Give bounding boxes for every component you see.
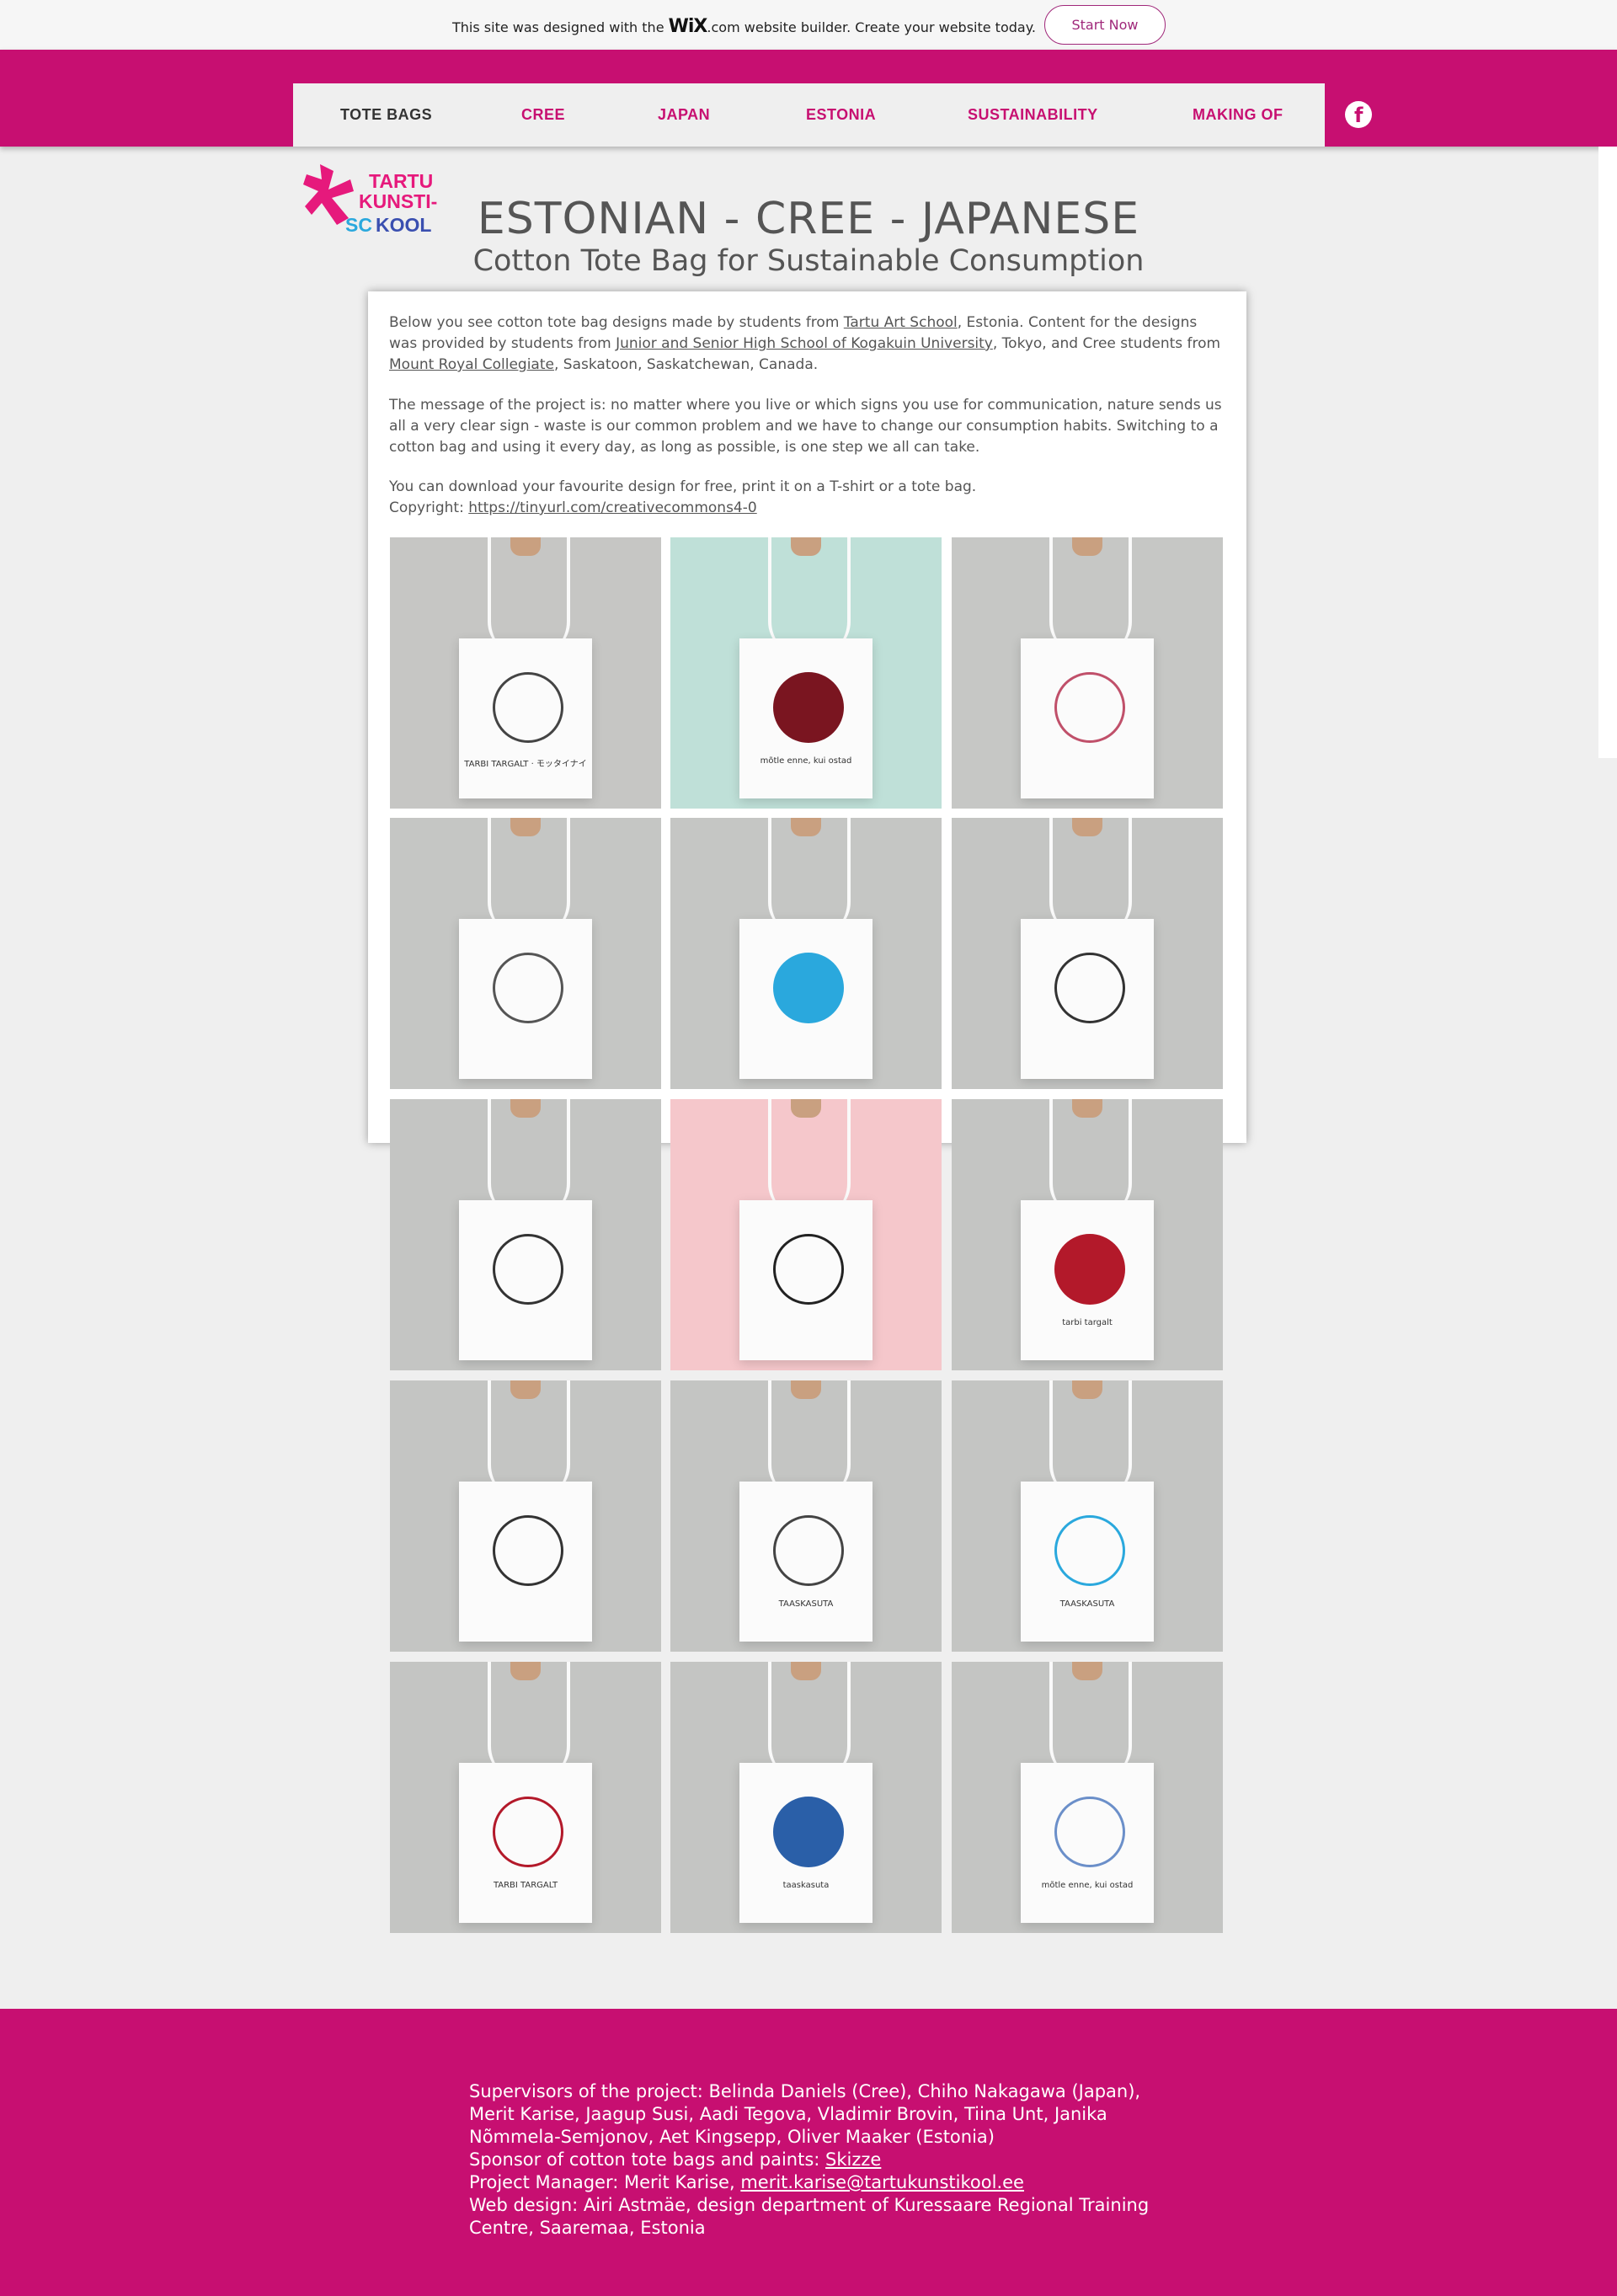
link-mount-royal[interactable]: Mount Royal Collegiate: [389, 356, 554, 373]
gallery-tile[interactable]: [390, 1380, 661, 1652]
footer-sponsor: Sponsor of cotton tote bags and paints: …: [469, 2149, 882, 2170]
tote-bag: [739, 919, 873, 1079]
page-title: ESTONIAN - CREE - JAPANESE: [477, 194, 1140, 244]
wix-brand: WiX: [668, 16, 708, 37]
bag-strap: [1049, 537, 1132, 655]
bag-print: [493, 953, 563, 1023]
bag-strap: [768, 1380, 851, 1498]
bag-print: [773, 672, 844, 743]
bag-print: [1054, 953, 1125, 1023]
tote-bag: [1021, 919, 1154, 1079]
gallery-tile[interactable]: tarbi targalt: [952, 1099, 1223, 1370]
link-email[interactable]: merit.karise@tartukunstikool.ee: [740, 2172, 1024, 2192]
gallery-tile[interactable]: [952, 818, 1223, 1089]
link-tartu-art-school[interactable]: Tartu Art School: [844, 314, 958, 331]
nav-cree[interactable]: CREE: [521, 83, 565, 147]
tote-bag: tarbi targalt: [1021, 1200, 1154, 1360]
bag-strap: [488, 1099, 570, 1217]
start-now-button[interactable]: Start Now: [1044, 5, 1166, 45]
side-strip: [1598, 147, 1617, 758]
bag-caption: mõtle enne, kui ostad: [760, 756, 852, 766]
gallery-tile[interactable]: taaskasuta: [670, 1662, 942, 1933]
footer-project-manager: Project Manager: Merit Karise, merit.kar…: [469, 2172, 1024, 2192]
bag-caption: TAASKASUTA: [1059, 1599, 1115, 1609]
link-skizze[interactable]: Skizze: [825, 2149, 881, 2170]
svg-text:TARTU: TARTU: [369, 170, 433, 192]
gallery-tile[interactable]: [670, 1099, 942, 1370]
bag-print: [1054, 1797, 1125, 1867]
gallery-tile[interactable]: mõtle enne, kui ostad: [952, 1662, 1223, 1933]
bag-strap: [768, 1099, 851, 1217]
bag-print: [773, 953, 844, 1023]
bag-print: [773, 1515, 844, 1586]
gallery-tile[interactable]: [670, 818, 942, 1089]
page-subtitle: Cotton Tote Bag for Sustainable Consumpt…: [472, 244, 1145, 278]
tote-bag: [459, 1482, 592, 1642]
bag-strap: [1049, 1099, 1132, 1217]
tote-bag: [1021, 638, 1154, 798]
link-kogakuin[interactable]: Junior and Senior High School of Kogakui…: [616, 335, 993, 352]
footer-supervisors: Supervisors of the project: Belinda Dani…: [469, 2081, 1141, 2147]
gallery-tile[interactable]: [390, 818, 661, 1089]
bag-print: [1054, 672, 1125, 743]
gallery-tile[interactable]: [390, 1099, 661, 1370]
tote-bag: [739, 1200, 873, 1360]
bag-print: [773, 1234, 844, 1305]
bag-print: [493, 1797, 563, 1867]
nav-sustainability[interactable]: SUSTAINABILITY: [968, 83, 1098, 147]
gallery-tile[interactable]: TARBI TARGALT: [390, 1662, 661, 1933]
bag-print: [1054, 1515, 1125, 1586]
tote-bag: taaskasuta: [739, 1763, 873, 1923]
wix-banner-text: This site was designed with the WiX.com …: [452, 16, 1036, 37]
intro-paragraph-2: The message of the project is: no matter…: [389, 397, 1222, 456]
nav-japan[interactable]: JAPAN: [658, 83, 710, 147]
bag-strap: [488, 1380, 570, 1498]
bag-caption: taaskasuta: [782, 1881, 830, 1890]
wix-banner: This site was designed with the WiX.com …: [0, 0, 1617, 51]
tote-bag: [459, 1200, 592, 1360]
bag-print: [493, 1234, 563, 1305]
tote-bag: [459, 919, 592, 1079]
bag-caption: tarbi targalt: [1062, 1318, 1113, 1327]
intro-paragraph-3: You can download your favourite design f…: [389, 478, 977, 516]
nav-estonia[interactable]: ESTONIA: [806, 83, 876, 147]
bag-caption: TAASKASUTA: [778, 1599, 834, 1609]
main-nav: TOTE BAGS CREE JAPAN ESTONIA SUSTAINABIL…: [293, 83, 1325, 147]
bag-print: [493, 672, 563, 743]
bag-strap: [1049, 1662, 1132, 1780]
bag-strap: [768, 818, 851, 936]
bag-strap: [768, 1662, 851, 1780]
gallery-tile[interactable]: mõtle enne, kui ostad: [670, 537, 942, 809]
bag-strap: [1049, 1380, 1132, 1498]
svg-text:SC: SC: [345, 214, 372, 236]
bag-strap: [488, 537, 570, 655]
intro-paragraph-1: Below you see cotton tote bag designs ma…: [389, 314, 1221, 373]
nav-making-of[interactable]: MAKING OF: [1193, 83, 1283, 147]
tote-bag: mõtle enne, kui ostad: [739, 638, 873, 798]
bag-strap: [488, 1662, 570, 1780]
gallery-tile[interactable]: [952, 537, 1223, 809]
tote-bag: TARBI TARGALT: [459, 1763, 592, 1923]
bag-strap: [488, 818, 570, 936]
bag-strap: [768, 537, 851, 655]
gallery-tile[interactable]: TARBI TARGALT · モッタイナイ: [390, 537, 661, 809]
bag-caption: TARBI TARGALT · モッタイナイ: [464, 760, 587, 769]
bag-strap: [1049, 818, 1132, 936]
bag-print: [493, 1515, 563, 1586]
footer-web-design: Web design: Airi Astmäe, design departme…: [469, 2195, 1150, 2238]
tote-bag: TARBI TARGALT · モッタイナイ: [459, 638, 592, 798]
bag-caption: mõtle enne, kui ostad: [1041, 1881, 1134, 1890]
gallery-tile[interactable]: TAASKASUTA: [952, 1380, 1223, 1652]
tote-bag: TAASKASUTA: [739, 1482, 873, 1642]
tote-bag: mõtle enne, kui ostad: [1021, 1763, 1154, 1923]
link-creative-commons[interactable]: https://tinyurl.com/creativecommons4-0: [468, 499, 757, 516]
footer-credits: Supervisors of the project: Belinda Dani…: [469, 2080, 1160, 2240]
gallery-tile[interactable]: TAASKASUTA: [670, 1380, 942, 1652]
nav-tote-bags[interactable]: TOTE BAGS: [340, 83, 432, 147]
bag-caption: TARBI TARGALT: [493, 1881, 558, 1890]
bag-print: [1054, 1234, 1125, 1305]
facebook-icon[interactable]: f: [1345, 101, 1372, 128]
bag-print: [773, 1797, 844, 1867]
tote-bag: TAASKASUTA: [1021, 1482, 1154, 1642]
